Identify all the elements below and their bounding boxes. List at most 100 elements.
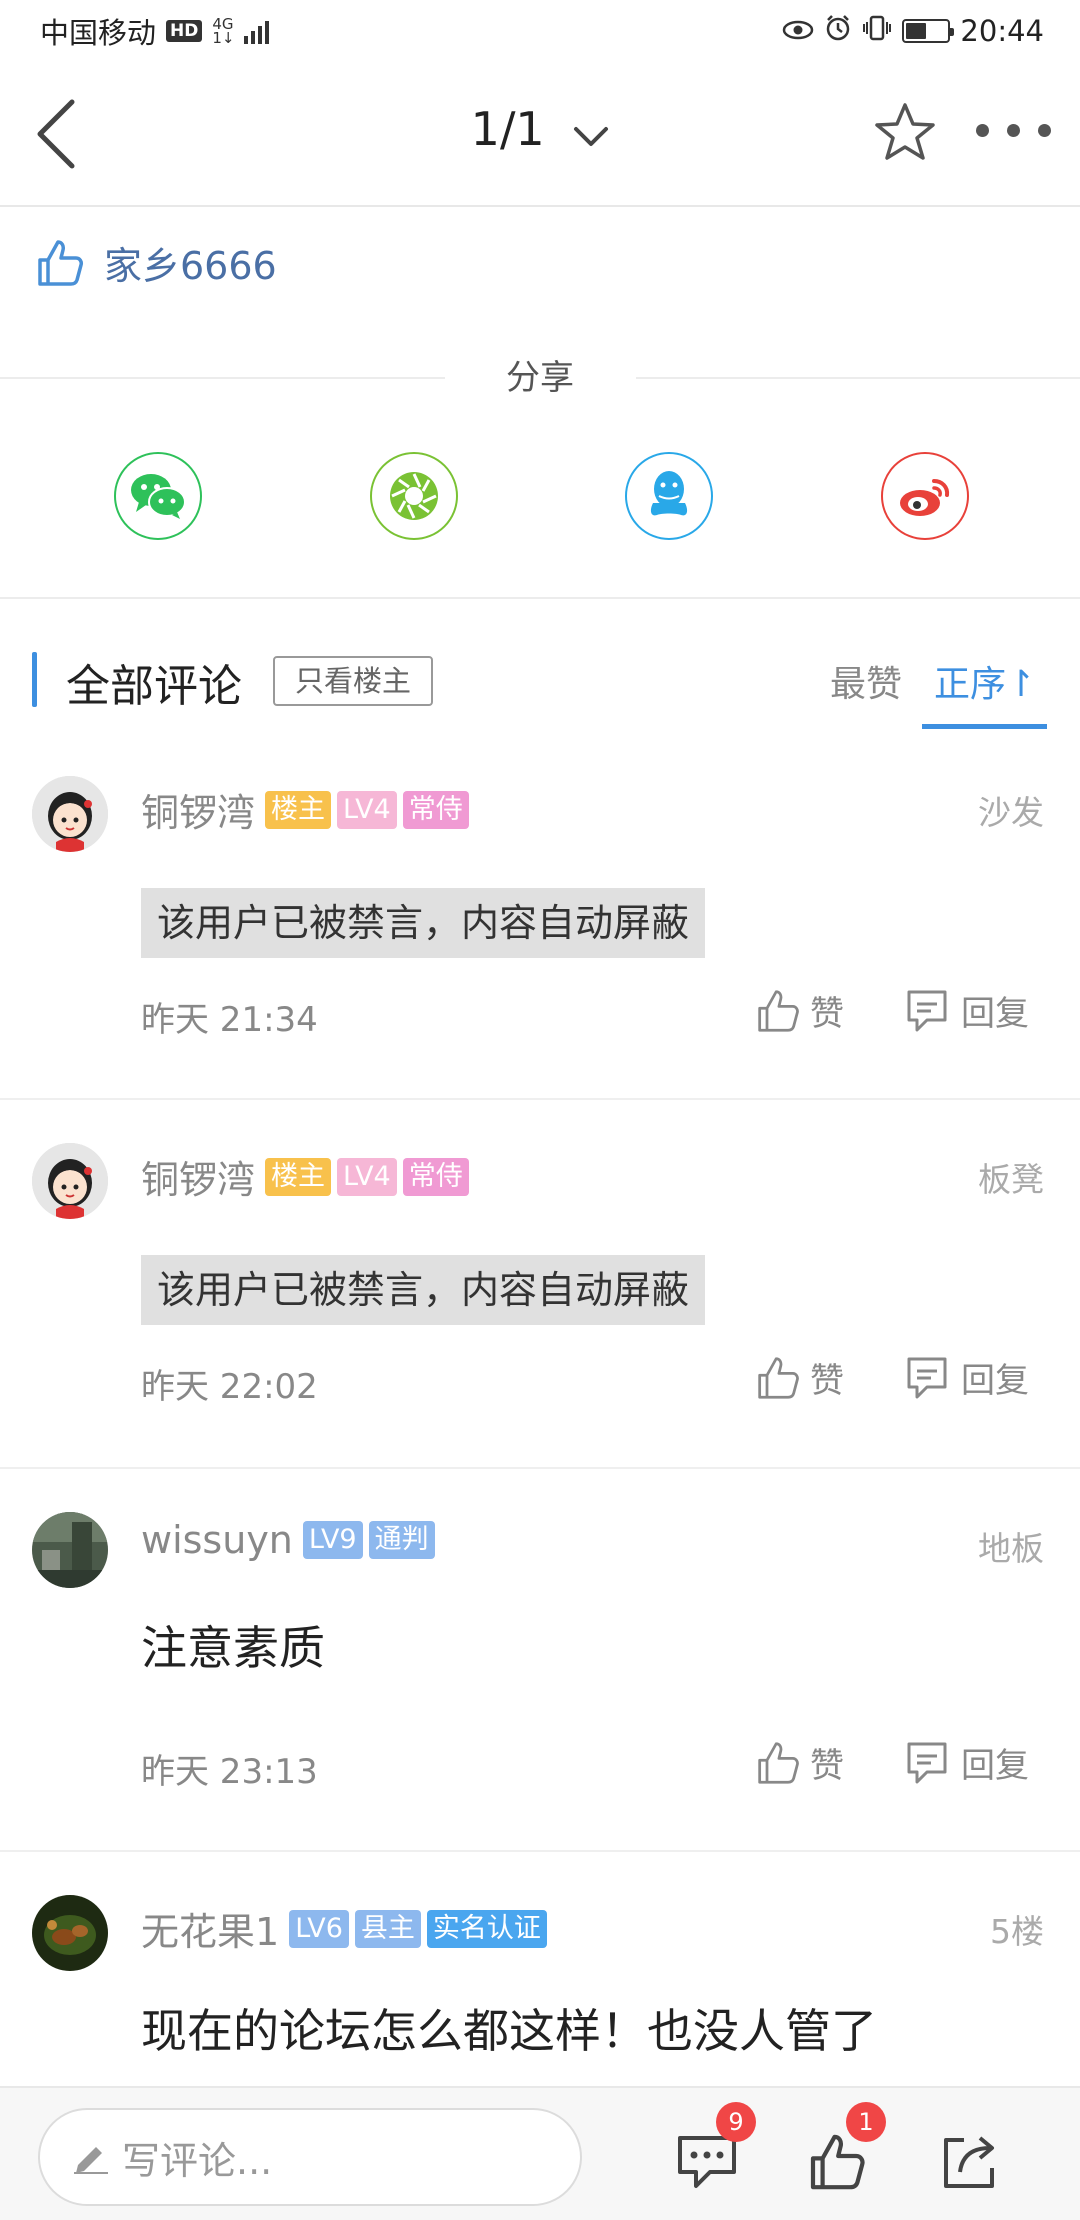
more-dot-icon	[1038, 124, 1051, 137]
like-button[interactable]: 赞	[756, 1738, 844, 1787]
favorite-button[interactable]	[872, 100, 938, 166]
like-label: 赞	[810, 1746, 844, 1786]
photo-avatar-icon	[32, 1512, 108, 1588]
comment-time: 昨天 23:13	[141, 1752, 318, 1792]
thumbs-up-icon	[758, 1741, 799, 1784]
like-label: 赞	[810, 1361, 844, 1401]
comment-author: 铜锣湾 楼主 LV4 常侍	[141, 1149, 469, 1204]
comment-author: 无花果1 LV6 县主 实名认证	[141, 1901, 547, 1956]
wechat-icon	[131, 474, 186, 519]
weibo-icon	[900, 479, 950, 516]
floor-label: 地板	[978, 1529, 1044, 1568]
share-button[interactable]	[940, 2132, 1000, 2196]
more-dot-icon	[1007, 124, 1020, 137]
comment-count-badge: 9	[716, 2102, 756, 2142]
share-moments-button[interactable]	[370, 452, 458, 540]
reply-label: 回复	[961, 1361, 1029, 1401]
reply-label: 回复	[961, 1746, 1029, 1786]
title-tag: 县主	[354, 1909, 421, 1948]
qq-icon	[650, 471, 688, 516]
avatar[interactable]	[32, 1512, 108, 1588]
thumbs-up-icon	[38, 239, 83, 286]
level-tag: LV4	[337, 790, 397, 829]
chevron-down-icon	[573, 106, 609, 160]
author-tag: 楼主	[265, 1157, 332, 1196]
network-indicator: 4G 1↓	[212, 15, 235, 47]
avatar[interactable]	[32, 1143, 108, 1219]
author-name[interactable]: 铜锣湾	[141, 1149, 255, 1204]
page-indicator: 1/1	[470, 102, 545, 156]
reply-button[interactable]: 回复	[905, 986, 1029, 1035]
comment-icon	[907, 990, 947, 1031]
liked-by-bar: 家乡6666	[36, 235, 277, 290]
like-count-badge: 1	[846, 2102, 886, 2142]
like-post-button[interactable]: 1	[808, 2102, 886, 2196]
level-tag: LV4	[337, 1157, 397, 1196]
share-targets	[0, 452, 1080, 542]
only-op-button[interactable]: 只看楼主	[273, 656, 433, 706]
clock: 20:44	[960, 14, 1044, 48]
comment-item: 无花果1 LV6 县主 实名认证 5楼 现在的论坛怎么都这样！也没人管了	[0, 1895, 1080, 2086]
cartoon-avatar-icon	[32, 1143, 108, 1219]
share-wechat-button[interactable]	[114, 452, 202, 540]
pencil-icon	[74, 2147, 108, 2174]
author-tag: 楼主	[265, 790, 332, 829]
active-tab-indicator	[922, 724, 1047, 729]
title-tag: 常侍	[402, 1157, 469, 1196]
avatar[interactable]	[32, 1895, 108, 1971]
like-button[interactable]: 赞	[756, 986, 844, 1035]
thumbs-up-icon	[758, 1356, 799, 1399]
reply-button[interactable]: 回复	[905, 1738, 1029, 1787]
vibrate-icon	[862, 14, 892, 49]
thumbs-up-icon	[810, 2134, 865, 2190]
share-qq-button[interactable]	[625, 452, 713, 540]
photo-avatar-icon	[32, 1895, 108, 1971]
star-icon	[875, 103, 935, 160]
author-name[interactable]: wissuyn	[141, 1518, 293, 1562]
verified-tag: 实名认证	[426, 1909, 547, 1948]
share-weibo-button[interactable]	[881, 452, 969, 540]
floor-label: 板凳	[978, 1160, 1044, 1199]
comment-author: 铜锣湾 楼主 LV4 常侍	[141, 782, 469, 837]
comment-input[interactable]: 写评论...	[38, 2108, 582, 2206]
comment-content: 注意素质	[141, 1621, 325, 1675]
comment-time: 昨天 22:02	[141, 1367, 318, 1407]
comments-button[interactable]: 9	[676, 2102, 756, 2194]
more-dot-icon	[976, 124, 989, 137]
sort-hot-tab[interactable]: 最赞	[830, 655, 902, 707]
more-button[interactable]	[976, 124, 1051, 137]
top-nav: 1/1	[0, 62, 1080, 207]
level-tag: LV6	[289, 1909, 349, 1948]
comment-author: wissuyn LV9 通判	[141, 1518, 435, 1562]
status-bar: 中国移动 HD 4G 1↓ 20:44	[0, 0, 1080, 62]
sort-order-tab[interactable]: 正序↾	[934, 655, 1036, 707]
share-label: 分享	[506, 358, 574, 398]
title-tag: 通判	[368, 1521, 435, 1559]
author-name[interactable]: 无花果1	[141, 1901, 279, 1956]
like-button[interactable]: 赞	[756, 1353, 844, 1402]
comments-title: 全部评论	[66, 661, 242, 712]
eye-icon	[782, 15, 814, 48]
comment-item: 铜锣湾 楼主 LV4 常侍 板凳 该用户已被禁言，内容自动屏蔽 昨天 22:02…	[0, 1143, 1080, 1469]
share-icon	[944, 2136, 994, 2188]
author-name[interactable]: 铜锣湾	[141, 782, 255, 837]
comment-content: 现在的论坛怎么都这样！也没人管了	[141, 2004, 877, 2058]
level-tag: LV9	[302, 1521, 363, 1559]
banned-content: 该用户已被禁言，内容自动屏蔽	[141, 888, 706, 958]
comment-placeholder: 写评论...	[122, 2138, 273, 2183]
signal-icon	[244, 18, 270, 44]
share-section-title: 分享	[0, 350, 1080, 400]
like-label: 赞	[810, 994, 844, 1034]
moments-icon	[390, 472, 438, 520]
floor-label: 沙发	[978, 793, 1044, 832]
comment-icon	[907, 1357, 947, 1398]
comment-icon	[907, 1742, 947, 1783]
bottom-action-bar: 写评论... 9 1	[0, 2086, 1080, 2220]
carrier-label: 中国移动	[40, 16, 157, 50]
liked-by-user[interactable]: 家乡6666	[104, 235, 277, 290]
avatar[interactable]	[32, 776, 108, 852]
alarm-icon	[824, 14, 852, 49]
comments-header: 全部评论 只看楼主 最赞 正序↾	[0, 640, 1080, 735]
reply-button[interactable]: 回复	[905, 1353, 1029, 1402]
section-accent-bar	[32, 652, 37, 707]
